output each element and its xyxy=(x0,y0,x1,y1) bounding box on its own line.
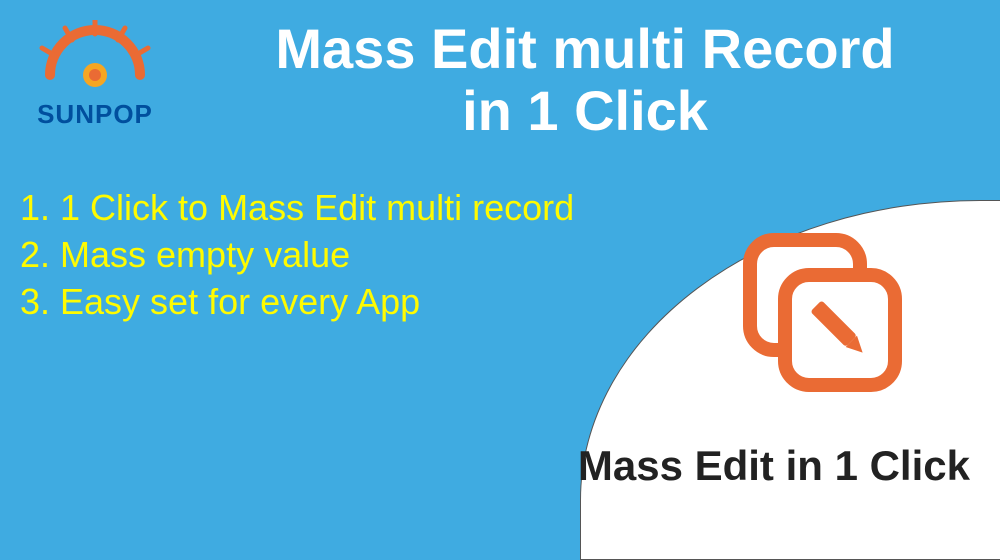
feature-item-2: 2. Mass empty value xyxy=(20,232,574,279)
feature-item-1: 1. 1 Click to Mass Edit multi record xyxy=(20,185,574,232)
mass-edit-icon xyxy=(735,225,915,410)
main-title: Mass Edit multi Record in 1 Click xyxy=(210,18,960,141)
title-line-1: Mass Edit multi Record xyxy=(275,17,894,80)
brand-logo: SUNPOP xyxy=(30,20,160,130)
bottom-title: Mass Edit in 1 Click xyxy=(578,442,970,490)
feature-list: 1. 1 Click to Mass Edit multi record 2. … xyxy=(20,185,574,325)
title-line-2: in 1 Click xyxy=(462,79,708,142)
feature-item-3: 3. Easy set for every App xyxy=(20,279,574,326)
brand-name: SUNPOP xyxy=(30,99,160,130)
sunpop-sun-icon xyxy=(30,20,160,90)
